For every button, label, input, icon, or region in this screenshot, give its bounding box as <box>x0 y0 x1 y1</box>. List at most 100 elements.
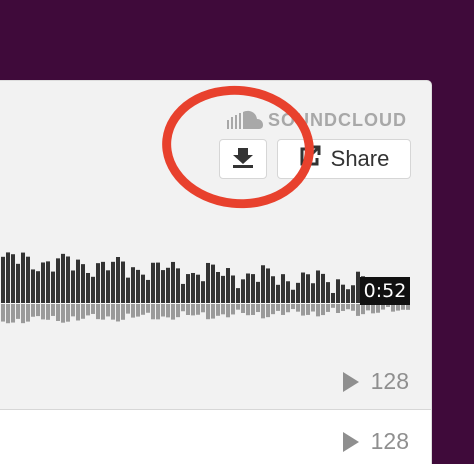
play-count-next: 128 <box>342 428 409 455</box>
waveform-bar <box>166 267 170 303</box>
waveform-reflection-bar <box>376 304 380 313</box>
waveform-reflection-bar <box>76 304 80 321</box>
waveform-bar <box>236 288 240 303</box>
waveform-reflection-bar <box>91 304 95 314</box>
waveform-reflection-bar <box>121 304 125 320</box>
waveform-bar <box>226 268 230 303</box>
waveform-bar <box>291 289 295 303</box>
waveform-bar <box>31 269 35 303</box>
waveform-bar <box>301 272 305 303</box>
waveform-reflection-bar <box>351 304 355 311</box>
waveform-bar <box>196 274 200 303</box>
waveform-bar <box>141 274 145 303</box>
waveform-bar <box>201 281 205 303</box>
soundcloud-widget: SOUNDCLOUD Share 0:52 128 128 <box>0 80 432 464</box>
waveform-reflection-bar <box>1 304 5 322</box>
waveform-bar <box>76 259 80 303</box>
waveform-reflection-bar <box>181 304 185 312</box>
waveform-reflection-bar <box>36 304 40 317</box>
play-icon <box>342 371 359 392</box>
screen: SOUNDCLOUD Share 0:52 128 128 <box>0 0 474 464</box>
waveform-reflection-bar <box>111 304 115 320</box>
waveform-reflection-bar <box>286 304 290 313</box>
waveform-bar <box>131 267 135 303</box>
waveform-reflection-bar <box>166 304 170 318</box>
waveform-reflection-bar <box>251 304 255 315</box>
share-icon <box>299 145 321 173</box>
waveform-reflection-bar <box>151 304 155 320</box>
waveform-reflection-bar <box>211 304 215 319</box>
waveform-bar <box>271 276 275 303</box>
waveform-bar <box>176 268 180 303</box>
waveform-reflection-bar <box>66 304 70 322</box>
waveform-reflection-bar <box>266 304 270 318</box>
waveform-bar <box>261 265 265 303</box>
waveform-reflection-bar <box>56 304 60 321</box>
waveform-reflection-bar <box>11 304 15 323</box>
waveform-bar <box>191 272 195 303</box>
waveform-bar <box>11 254 15 303</box>
waveform-reflection-bar <box>341 304 345 311</box>
waveform-reflection-bar <box>226 304 230 318</box>
waveform-bar <box>156 262 160 303</box>
waveform-bar <box>161 270 165 303</box>
share-button[interactable]: Share <box>277 139 411 179</box>
waveform-bar <box>246 273 250 303</box>
waveform-bar <box>281 274 285 303</box>
waveform-reflection-bar <box>261 304 265 319</box>
soundcloud-brand[interactable]: SOUNDCLOUD <box>226 109 407 131</box>
waveform-bar <box>106 270 110 303</box>
waveform-bar <box>231 275 235 303</box>
waveform-bar <box>121 261 125 303</box>
waveform-bar <box>81 264 85 303</box>
waveform-reflection-bar <box>96 304 100 320</box>
waveform-bar <box>321 273 325 303</box>
waveform-bar <box>326 282 330 303</box>
waveform-reflection-bar <box>371 304 375 314</box>
soundcloud-label: SOUNDCLOUD <box>268 109 407 130</box>
waveform-reflection-bar <box>391 304 395 312</box>
waveform-reflection-bar <box>16 304 20 319</box>
waveform-bar <box>91 276 95 303</box>
download-icon <box>231 145 255 174</box>
waveform-bar <box>346 289 350 303</box>
waveform-bar <box>136 269 140 303</box>
waveform-bar <box>71 270 75 303</box>
waveform-reflection-bar <box>296 304 300 312</box>
waveform-reflection-bar <box>81 304 85 319</box>
waveform-reflection-bar <box>101 304 105 320</box>
waveform-bar <box>86 272 90 303</box>
waveform-reflection-bar <box>201 304 205 313</box>
waveform-reflection-bar <box>231 304 235 315</box>
waveform[interactable] <box>1 221 411 341</box>
waveform-bar <box>21 252 25 303</box>
waveform-reflection-bar <box>191 304 195 316</box>
waveform-reflection-bar <box>306 304 310 315</box>
waveform-reflection-bar <box>271 304 275 315</box>
waveform-bar <box>341 284 345 303</box>
waveform-bar <box>36 271 40 303</box>
waveform-reflection-bar <box>136 304 140 317</box>
play-count-value: 128 <box>370 428 409 454</box>
waveform-reflection-bar <box>241 304 245 313</box>
waveform-reflection-bar <box>316 304 320 317</box>
waveform-bar <box>56 258 60 303</box>
waveform-reflection-bar <box>326 304 330 312</box>
play-count-value: 128 <box>370 368 409 394</box>
waveform-reflection-bar <box>246 304 250 316</box>
download-button[interactable] <box>219 139 267 179</box>
waveform-reflection-bar <box>61 304 65 323</box>
waveform-bar <box>331 292 335 303</box>
waveform-bar <box>1 256 5 303</box>
soundcloud-logo-icon <box>226 109 264 131</box>
waveform-reflection-bar <box>206 304 210 320</box>
play-count: 128 <box>342 368 409 395</box>
waveform-reflection-bar <box>71 304 75 317</box>
waveform-bar <box>171 261 175 303</box>
waveform-reflection-bar <box>51 304 55 316</box>
waveform-bar <box>51 271 55 303</box>
waveform-reflection-bar <box>116 304 120 322</box>
waveform-bar <box>6 252 10 303</box>
waveform-reflection-bar <box>156 304 160 320</box>
waveform-bar <box>306 274 310 303</box>
